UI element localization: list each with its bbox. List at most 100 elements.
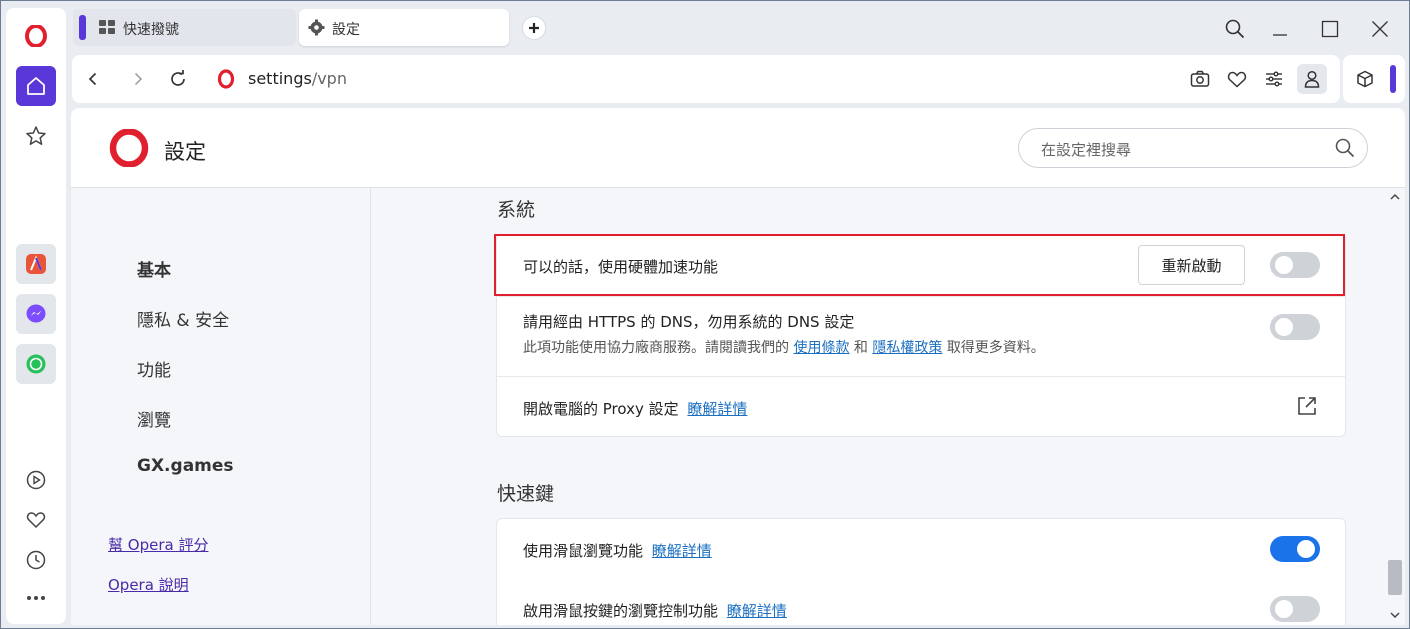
whatsapp-icon — [26, 354, 46, 374]
pinboards-button[interactable] — [16, 116, 56, 156]
url-path: /vpn — [311, 69, 347, 88]
more-button[interactable] — [16, 578, 56, 618]
home-icon — [27, 77, 45, 95]
tab-settings[interactable]: 設定 — [299, 9, 509, 46]
mouse-gestures-learn-more-link[interactable]: 瞭解詳情 — [652, 542, 712, 560]
user-icon — [1304, 70, 1320, 88]
section-heading-system: 系統 — [497, 199, 536, 221]
search-placeholder: 在設定裡搜尋 — [1041, 141, 1132, 159]
plus-icon — [529, 23, 539, 33]
setting-row-hardware-acceleration: 可以的話，使用硬體加速功能 重新啟動 — [497, 235, 1345, 296]
reload-button[interactable] — [166, 67, 190, 91]
url-host: settings — [248, 69, 312, 88]
setting-row-rocker-gestures: 啟用滑鼠按鍵的瀏覽控制功能 瞭解詳情 — [497, 579, 1345, 625]
play-icon — [26, 470, 46, 490]
clock-icon — [26, 550, 46, 570]
proxy-learn-more-link[interactable]: 瞭解詳情 — [687, 400, 747, 418]
close-icon — [1372, 21, 1388, 37]
external-link-icon — [1298, 397, 1316, 415]
home-button[interactable] — [16, 66, 56, 106]
nav-item-features[interactable]: 功能 — [137, 356, 171, 381]
easy-setup-button[interactable] — [1260, 65, 1288, 93]
aria-icon — [26, 254, 46, 274]
minimize-button[interactable] — [1265, 14, 1295, 44]
rocker-gestures-label: 啟用滑鼠按鍵的瀏覽控制功能 — [523, 602, 719, 620]
back-button[interactable] — [81, 67, 105, 91]
setting-label: 可以的話，使用硬體加速功能 — [523, 258, 719, 276]
messenger-icon — [26, 304, 46, 323]
bookmarks-button[interactable] — [16, 500, 56, 540]
scrollbar-thumb[interactable] — [1388, 560, 1402, 595]
close-button[interactable] — [1365, 14, 1395, 44]
search-icon — [1225, 19, 1245, 39]
site-info-button[interactable] — [214, 67, 238, 91]
camera-icon — [1190, 70, 1210, 87]
cube-icon — [1357, 70, 1373, 88]
mouse-gestures-label: 使用滑鼠瀏覽功能 — [523, 542, 644, 560]
tab-label: 快速撥號 — [123, 22, 179, 38]
section-heading-shortcuts: 快速鍵 — [497, 483, 555, 505]
nav-item-gx-games[interactable]: GX.games — [137, 456, 234, 476]
sliders-icon — [1266, 71, 1282, 87]
star-icon — [26, 126, 46, 145]
hardware-acceleration-toggle[interactable] — [1270, 252, 1320, 278]
snapshot-button[interactable] — [1186, 65, 1214, 93]
nav-item-browser[interactable]: 瀏覽 — [137, 406, 171, 431]
nav-item-basic[interactable]: 基本 — [137, 256, 171, 281]
reload-icon — [171, 70, 185, 86]
speed-dial-icon — [99, 20, 115, 38]
tab-speed-dial[interactable]: 快速撥號 — [73, 9, 296, 46]
dns-over-https-toggle[interactable] — [1270, 314, 1320, 340]
settings-search-input[interactable]: 在設定裡搜尋 — [1018, 128, 1368, 168]
profile-button[interactable] — [1297, 64, 1327, 94]
open-proxy-settings-button[interactable] — [1297, 396, 1317, 420]
restart-button[interactable]: 重新啟動 — [1138, 245, 1245, 285]
privacy-policy-link[interactable]: 隱私權政策 — [872, 340, 942, 356]
forward-button[interactable] — [126, 67, 150, 91]
maximize-button[interactable] — [1315, 14, 1345, 44]
tab-label: 設定 — [332, 22, 360, 38]
messenger-app-button[interactable] — [16, 294, 56, 334]
address-url[interactable]: settings/vpn — [248, 69, 347, 88]
heart-icon — [26, 512, 46, 529]
settings-nav: 基本 隱私 & 安全 功能 瀏覽 GX.games 幫 Opera 評分 Ope… — [71, 188, 371, 625]
bookmark-page-button[interactable] — [1223, 65, 1251, 93]
sidebar-marker — [1390, 65, 1396, 93]
rocker-gestures-learn-more-link[interactable]: 瞭解詳情 — [727, 602, 787, 620]
scroll-down-icon[interactable] — [1389, 610, 1401, 620]
setting-row-mouse-gestures: 使用滑鼠瀏覽功能 瞭解詳情 — [497, 519, 1345, 579]
scroll-up-icon[interactable] — [1389, 192, 1401, 202]
setting-label: 使用滑鼠瀏覽功能 瞭解詳情 — [523, 540, 712, 561]
opera-help-link[interactable]: Opera 說明 — [108, 574, 189, 595]
minimize-icon — [1273, 34, 1287, 36]
nav-item-privacy[interactable]: 隱私 & 安全 — [137, 306, 229, 331]
extensions-button[interactable] — [1351, 65, 1379, 93]
rocker-gestures-toggle[interactable] — [1270, 596, 1320, 622]
system-card: 可以的話，使用硬體加速功能 重新啟動 請用經由 HTTPS 的 DNS，勿用系統… — [496, 234, 1346, 437]
search-icon — [1335, 138, 1355, 162]
opera-menu-button[interactable] — [16, 16, 56, 56]
rate-opera-link[interactable]: 幫 Opera 評分 — [108, 534, 208, 555]
terms-link[interactable]: 使用條款 — [793, 340, 849, 356]
history-button[interactable] — [16, 540, 56, 580]
tab-search-button[interactable] — [1220, 14, 1250, 44]
player-button[interactable] — [16, 460, 56, 500]
setting-label: 請用經由 HTTPS 的 DNS，勿用系統的 DNS 設定 — [523, 313, 855, 331]
shortcuts-card: 使用滑鼠瀏覽功能 瞭解詳情 啟用滑鼠按鍵的瀏覽控制功能 瞭解詳情 — [496, 518, 1346, 625]
setting-label: 啟用滑鼠按鍵的瀏覽控制功能 瞭解詳情 — [523, 600, 787, 621]
more-dots-icon — [27, 596, 45, 600]
toggle-knob — [1275, 256, 1293, 274]
dns-desc-prefix: 此項功能使用協力廠商服務。請閱讀我們的 — [523, 340, 789, 356]
new-tab-button[interactable] — [523, 17, 545, 39]
chevron-left-icon — [88, 72, 97, 86]
whatsapp-app-button[interactable] — [16, 344, 56, 384]
gear-icon — [308, 19, 325, 40]
mouse-gestures-toggle[interactable] — [1270, 536, 1320, 562]
aria-app-button[interactable] — [16, 244, 56, 284]
settings-page: 設定 在設定裡搜尋 基本 隱私 & 安全 功能 瀏覽 GX.games 幫 Op… — [71, 108, 1405, 625]
proxy-label: 開啟電腦的 Proxy 設定 — [523, 400, 679, 418]
address-bar: settings/vpn — [72, 55, 1340, 103]
chevron-right-icon — [134, 72, 143, 86]
opera-logo-icon — [109, 129, 149, 167]
opera-logo-icon — [217, 69, 235, 89]
